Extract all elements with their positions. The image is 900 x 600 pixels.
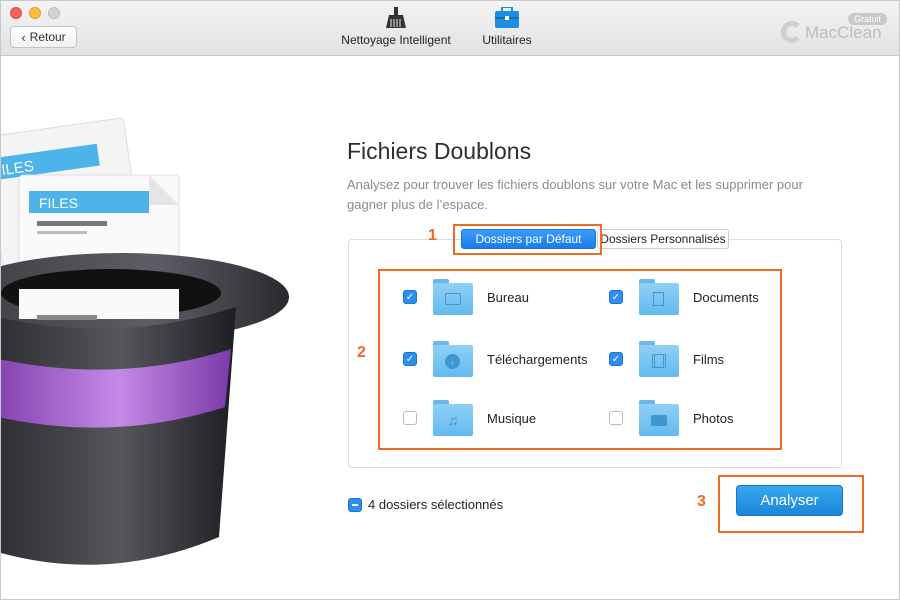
analyse-button[interactable]: Analyser xyxy=(736,485,843,516)
close-window-button[interactable] xyxy=(10,7,22,19)
toolbox-icon xyxy=(495,7,519,28)
nav-utilities-label: Utilitaires xyxy=(482,33,532,47)
broom-icon xyxy=(386,7,406,28)
selection-status: 4 dossiers sélectionnés xyxy=(348,497,503,512)
tab-custom-folders[interactable]: Dossiers Personnalisés xyxy=(597,229,729,249)
magic-hat-illustration: ILES FILES xyxy=(1,117,289,565)
page-description: Analysez pour trouver les fichiers doubl… xyxy=(347,177,803,212)
step-number-2: 2 xyxy=(357,344,366,361)
highlight-box-folders xyxy=(378,269,782,450)
selection-count-label: 4 dossiers sélectionnés xyxy=(368,497,504,512)
step-number-3: 3 xyxy=(697,493,706,510)
app-window: ‹ Retour Nettoyage Intelligent Utilitair… xyxy=(0,0,900,600)
page-title: Fichiers Doublons xyxy=(347,138,532,164)
brand-logo: Gratuit MacClean xyxy=(781,13,891,47)
maximize-window-button[interactable] xyxy=(48,7,60,19)
chevron-left-icon: ‹ xyxy=(21,29,26,45)
minimize-window-button[interactable] xyxy=(29,7,41,19)
highlight-box-tabs xyxy=(453,224,602,255)
title-bar: ‹ Retour Nettoyage Intelligent Utilitair… xyxy=(1,1,899,56)
front-file-label: FILES xyxy=(39,195,78,211)
select-all-toggle[interactable] xyxy=(348,497,362,512)
back-button-label: Retour xyxy=(29,30,66,44)
nav-smart-cleaning-label: Nettoyage Intelligent xyxy=(341,33,451,47)
nav-smart-cleaning[interactable]: Nettoyage Intelligent xyxy=(341,7,451,47)
brand-name: MacClean xyxy=(805,23,882,42)
step-number-1: 1 xyxy=(428,227,437,244)
macclean-logo-icon xyxy=(781,21,803,43)
back-button[interactable]: ‹ Retour xyxy=(10,26,77,48)
nav-utilities[interactable]: Utilitaires xyxy=(479,7,535,47)
